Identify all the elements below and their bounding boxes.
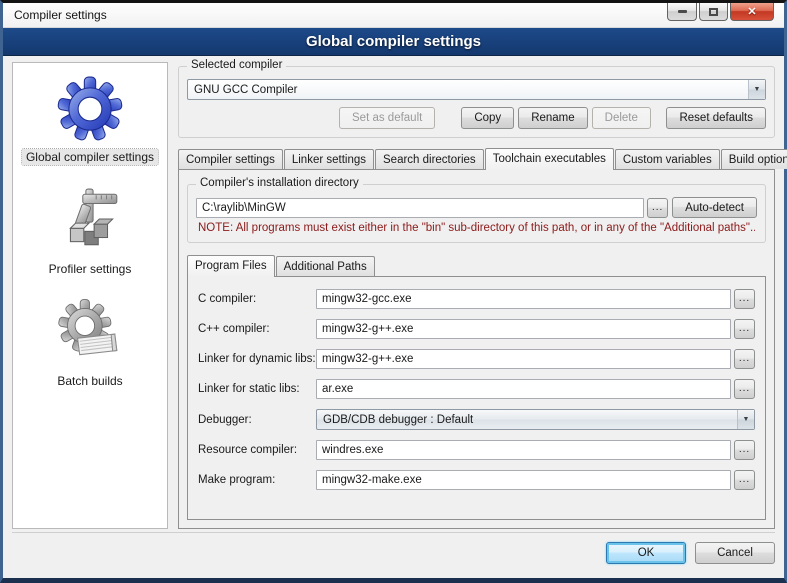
installation-directory-row: ... Auto-detect [196, 197, 757, 218]
resource-compiler-input[interactable] [316, 440, 731, 460]
copy-button[interactable]: Copy [461, 107, 514, 129]
make-program-row: Make program: ... [198, 470, 755, 490]
chevron-down-icon: ▼ [748, 80, 765, 99]
auto-detect-button[interactable]: Auto-detect [672, 197, 757, 218]
compiler-settings-dialog: Compiler settings ✕ Global compiler sett… [0, 0, 787, 583]
minimize-button[interactable] [667, 3, 697, 21]
browse-dynamic-linker-button[interactable]: ... [734, 349, 755, 369]
titlebar[interactable]: Compiler settings ✕ [3, 3, 784, 28]
cpp-compiler-row: C++ compiler: ... [198, 319, 755, 339]
browse-cpp-compiler-button[interactable]: ... [734, 319, 755, 339]
sidebar-item-label: Profiler settings [45, 261, 136, 277]
chevron-down-icon: ▼ [737, 410, 754, 429]
field-label: C++ compiler: [198, 323, 316, 335]
cancel-button[interactable]: Cancel [695, 542, 775, 564]
c-compiler-input[interactable] [316, 289, 731, 309]
delete-button[interactable]: Delete [592, 107, 651, 129]
selected-compiler-legend: Selected compiler [187, 59, 286, 71]
make-program-input[interactable] [316, 470, 731, 490]
installation-directory-legend: Compiler's installation directory [196, 177, 363, 189]
reset-defaults-button[interactable]: Reset defaults [666, 107, 766, 129]
program-files-tabstrip: Program Files Additional Paths [187, 255, 766, 276]
minimize-icon [678, 10, 687, 13]
field-label: Resource compiler: [198, 444, 316, 456]
maximize-icon [709, 8, 718, 16]
dynamic-linker-row: Linker for dynamic libs: ... [198, 349, 755, 369]
field-label: Linker for dynamic libs: [198, 353, 316, 365]
tab-toolchain-executables[interactable]: Toolchain executables [485, 148, 614, 170]
ok-button[interactable]: OK [606, 542, 686, 564]
browse-directory-button[interactable]: ... [647, 198, 668, 218]
c-compiler-row: C compiler: ... [198, 289, 755, 309]
tab-additional-paths[interactable]: Additional Paths [276, 256, 375, 276]
dynamic-linker-input[interactable] [316, 349, 731, 369]
set-as-default-button[interactable]: Set as default [339, 107, 435, 129]
debugger-row: Debugger: GDB/CDB debugger : Default ▼ [198, 409, 755, 430]
program-files-page: C compiler: ... C++ compiler: ... Linker… [187, 276, 766, 520]
maximize-button[interactable] [699, 3, 728, 21]
main-panel: Selected compiler GNU GCC Compiler ▼ Set… [178, 62, 775, 532]
page-title: Global compiler settings [3, 28, 784, 56]
compiler-select-value: GNU GCC Compiler [188, 84, 748, 96]
debugger-select[interactable]: GDB/CDB debugger : Default ▼ [316, 409, 755, 430]
browse-make-program-button[interactable]: ... [734, 470, 755, 490]
sidebar-item-label: Global compiler settings [22, 149, 158, 165]
field-label: C compiler: [198, 293, 316, 305]
selected-compiler-group: Selected compiler GNU GCC Compiler ▼ Set… [178, 66, 775, 138]
close-icon: ✕ [747, 5, 756, 18]
toolchain-executables-page: Compiler's installation directory ... Au… [178, 169, 775, 529]
caliper-icon [57, 187, 123, 253]
sidebar-item-label: Batch builds [53, 373, 126, 389]
compiler-buttons-row: Set as default Copy Rename Delete Reset … [187, 107, 766, 129]
static-linker-input[interactable] [316, 379, 731, 399]
tab-compiler-settings[interactable]: Compiler settings [178, 149, 283, 169]
static-linker-row: Linker for static libs: ... [198, 379, 755, 399]
sidebar-item-batch-builds[interactable]: Batch builds [13, 297, 167, 403]
tab-build-options[interactable]: Build options [721, 149, 787, 169]
tab-search-directories[interactable]: Search directories [375, 149, 484, 169]
close-button[interactable]: ✕ [730, 3, 774, 21]
cpp-compiler-input[interactable] [316, 319, 731, 339]
dialog-body: Global compiler settings [3, 56, 784, 532]
browse-resource-compiler-button[interactable]: ... [734, 440, 755, 460]
tab-program-files[interactable]: Program Files [187, 255, 275, 277]
field-label: Linker for static libs: [198, 383, 316, 395]
compiler-select[interactable]: GNU GCC Compiler ▼ [187, 79, 766, 100]
sidebar-item-profiler-settings[interactable]: Profiler settings [13, 185, 167, 291]
tab-linker-settings[interactable]: Linker settings [284, 149, 374, 169]
settings-tabstrip: Compiler settings Linker settings Search… [178, 147, 775, 169]
installation-directory-input[interactable] [196, 198, 644, 218]
browse-c-compiler-button[interactable]: ... [734, 289, 755, 309]
field-label: Debugger: [198, 414, 316, 426]
dialog-footer: OK Cancel [12, 532, 775, 578]
tab-custom-variables[interactable]: Custom variables [615, 149, 720, 169]
resource-compiler-row: Resource compiler: ... [198, 440, 755, 460]
window-title: Compiler settings [3, 8, 107, 22]
debugger-select-value: GDB/CDB debugger : Default [317, 414, 737, 426]
caption-buttons: ✕ [665, 3, 774, 21]
browse-static-linker-button[interactable]: ... [734, 379, 755, 399]
field-label: Make program: [198, 474, 316, 486]
gear-gray-icon [57, 299, 123, 365]
rename-button[interactable]: Rename [518, 107, 587, 129]
installation-directory-group: Compiler's installation directory ... Au… [187, 184, 766, 243]
gear-blue-icon [57, 75, 123, 141]
sidebar-item-global-compiler-settings[interactable]: Global compiler settings [13, 73, 167, 179]
settings-category-list: Global compiler settings [12, 62, 168, 529]
installation-note: NOTE: All programs must exist either in … [198, 222, 755, 234]
